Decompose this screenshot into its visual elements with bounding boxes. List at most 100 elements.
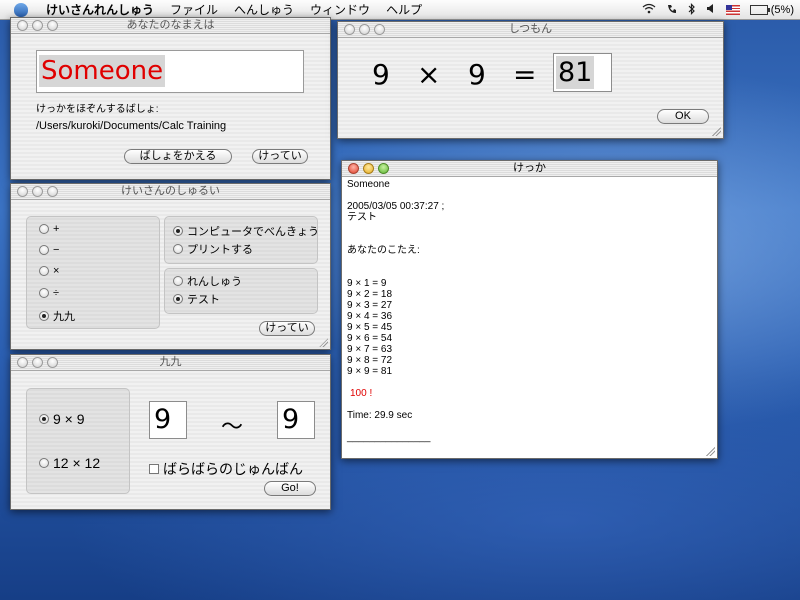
radio-label: 九九 bbox=[53, 311, 75, 323]
minimize-icon[interactable] bbox=[32, 186, 43, 197]
close-icon[interactable] bbox=[17, 357, 28, 368]
resize-grip-icon[interactable] bbox=[711, 126, 721, 136]
operation-add-radio[interactable]: + bbox=[39, 223, 59, 235]
operation-kuku-radio[interactable]: 九九 bbox=[39, 308, 75, 324]
input-menu-flag-icon[interactable] bbox=[725, 5, 740, 15]
range-9x9-radio[interactable]: 9 × 9 bbox=[39, 411, 85, 427]
result-separator: _______________ bbox=[347, 432, 431, 443]
bluetooth-icon[interactable] bbox=[688, 2, 696, 18]
mode-test-radio[interactable]: テスト bbox=[173, 291, 220, 307]
result-window-titlebar[interactable]: けっか bbox=[342, 161, 717, 177]
radio-label: テスト bbox=[187, 294, 220, 306]
range-from-text: 9 bbox=[154, 404, 172, 435]
operand-1: 9 bbox=[372, 58, 390, 91]
radio-button bbox=[39, 224, 49, 234]
window-title: あなたのなまえは bbox=[126, 19, 215, 31]
random-order-checkbox[interactable]: ばらばらのじゅんばん bbox=[149, 459, 303, 479]
minimize-icon[interactable] bbox=[32, 357, 43, 368]
battery-percent: (5%) bbox=[770, 4, 794, 16]
minimize-icon[interactable] bbox=[359, 24, 370, 35]
close-icon[interactable] bbox=[17, 20, 28, 31]
result-mode: テスト bbox=[347, 212, 377, 223]
name-window-titlebar[interactable]: あなたのなまえは bbox=[11, 18, 330, 34]
zoom-icon[interactable] bbox=[47, 186, 58, 197]
radio-button bbox=[39, 245, 49, 255]
resize-grip-icon[interactable] bbox=[705, 446, 715, 456]
save-location-label: けっかをほぞんするばしょ: bbox=[36, 104, 159, 115]
mode-practice-radio[interactable]: れんしゅう bbox=[173, 273, 242, 289]
range-to-input[interactable]: 9 bbox=[277, 401, 315, 439]
result-time: Time: 29.9 sec bbox=[347, 410, 413, 421]
answer-input[interactable]: 81 bbox=[553, 53, 612, 92]
apple-menu-icon[interactable] bbox=[14, 2, 28, 17]
zoom-icon[interactable] bbox=[47, 357, 58, 368]
result-answer-line: 9 × 9 = 81 bbox=[347, 366, 393, 377]
result-answer-line: 9 × 1 = 9 bbox=[347, 278, 387, 289]
result-text-area[interactable]: Someone 2005/03/05 00:37:27 ; テスト あなたのこた… bbox=[347, 179, 444, 443]
menu-edit[interactable]: へんしゅう bbox=[226, 1, 302, 18]
question-window: しつもん 9 × 9 = 81 OK bbox=[337, 21, 724, 139]
close-icon[interactable] bbox=[344, 24, 355, 35]
minimize-icon[interactable] bbox=[363, 163, 374, 174]
minimize-icon[interactable] bbox=[32, 20, 43, 31]
question-window-titlebar[interactable]: しつもん bbox=[338, 22, 723, 38]
equals-sign: = bbox=[513, 58, 537, 91]
radio-button bbox=[173, 244, 183, 254]
window-controls bbox=[348, 163, 389, 174]
radio-button bbox=[173, 226, 183, 236]
close-icon[interactable] bbox=[348, 163, 359, 174]
operand-2: 9 bbox=[468, 58, 486, 91]
type-confirm-button[interactable]: けってい bbox=[259, 321, 315, 336]
operation-divide-radio[interactable]: ÷ bbox=[39, 287, 59, 299]
ok-button[interactable]: OK bbox=[657, 109, 709, 124]
calc-type-window: けいさんのしゅるい + − × ÷ 九九 コンピュータでべんきょう プリントする… bbox=[10, 183, 331, 350]
name-input[interactable]: Someone bbox=[36, 50, 304, 93]
radio-button bbox=[173, 276, 183, 286]
operation-multiply-radio[interactable]: × bbox=[39, 265, 59, 277]
radio-button bbox=[39, 288, 49, 298]
checkbox-label: ばらばらのじゅんばん bbox=[163, 461, 303, 477]
radio-label: × bbox=[53, 265, 60, 277]
phone-sync-icon[interactable] bbox=[666, 3, 678, 18]
range-from-input[interactable]: 9 bbox=[149, 401, 187, 439]
battery-status[interactable]: (5%) bbox=[749, 4, 794, 16]
resize-grip-icon[interactable] bbox=[318, 337, 328, 347]
wifi-icon[interactable] bbox=[642, 3, 656, 17]
zoom-icon[interactable] bbox=[378, 163, 389, 174]
radio-label: 9 × 9 bbox=[53, 411, 85, 427]
radio-button bbox=[39, 414, 49, 424]
result-answer-line: 9 × 6 = 54 bbox=[347, 333, 393, 344]
radio-button bbox=[173, 294, 183, 304]
menu-file[interactable]: ファイル bbox=[162, 1, 226, 18]
zoom-icon[interactable] bbox=[47, 20, 58, 31]
result-answer-line: 9 × 3 = 27 bbox=[347, 300, 393, 311]
zoom-icon[interactable] bbox=[374, 24, 385, 35]
volume-icon[interactable] bbox=[706, 3, 716, 17]
result-answer-line: 9 × 7 = 63 bbox=[347, 344, 393, 355]
menu-window[interactable]: ウィンドウ bbox=[302, 1, 378, 18]
checkbox-box bbox=[149, 464, 159, 474]
output-print-radio[interactable]: プリントする bbox=[173, 241, 253, 257]
radio-button bbox=[39, 458, 49, 468]
window-controls bbox=[17, 20, 58, 31]
kuku-window-titlebar[interactable]: 九九 bbox=[11, 355, 330, 371]
go-button[interactable]: Go! bbox=[264, 481, 316, 496]
answer-text: 81 bbox=[556, 56, 595, 89]
menu-help[interactable]: ヘルプ bbox=[378, 1, 430, 18]
calc-type-window-titlebar[interactable]: けいさんのしゅるい bbox=[11, 184, 330, 200]
result-answer-line: 9 × 2 = 18 bbox=[347, 289, 393, 300]
result-window: けっか Someone 2005/03/05 00:37:27 ; テスト あな… bbox=[341, 160, 718, 459]
close-icon[interactable] bbox=[17, 186, 28, 197]
operator: × bbox=[417, 58, 441, 91]
range-12x12-radio[interactable]: 12 × 12 bbox=[39, 455, 100, 471]
menu-app-name[interactable]: けいさんれんしゅう bbox=[38, 1, 162, 18]
window-controls bbox=[17, 186, 58, 197]
output-computer-radio[interactable]: コンピュータでべんきょう bbox=[173, 223, 319, 239]
range-tilde: 〜 bbox=[221, 414, 244, 439]
result-answer-line: 9 × 8 = 72 bbox=[347, 355, 393, 366]
operation-subtract-radio[interactable]: − bbox=[39, 244, 59, 256]
change-location-button[interactable]: ばしょをかえる bbox=[124, 149, 232, 164]
name-window: あなたのなまえは Someone けっかをほぞんするばしょ: /Users/ku… bbox=[10, 17, 331, 180]
name-confirm-button[interactable]: けってい bbox=[252, 149, 308, 164]
result-answer-line: 9 × 5 = 45 bbox=[347, 322, 393, 333]
